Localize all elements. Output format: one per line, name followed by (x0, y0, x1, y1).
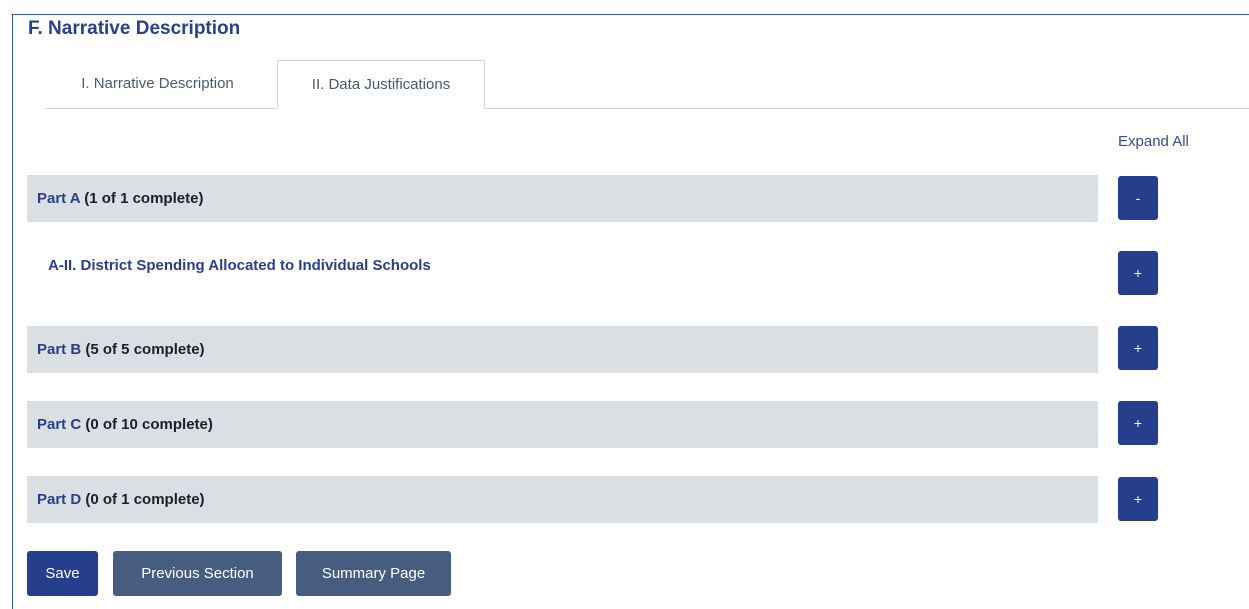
tab-bar: I. Narrative Description II. Data Justif… (45, 60, 1249, 109)
part-b-count: (5 of 5 complete) (81, 341, 205, 358)
previous-section-button[interactable]: Previous Section (113, 551, 282, 596)
save-button[interactable]: Save (27, 551, 98, 596)
part-d-count: (0 of 1 complete) (81, 491, 205, 508)
part-a-header[interactable]: Part A (1 of 1 complete) (27, 175, 1098, 222)
expand-all-link[interactable]: Expand All (1118, 133, 1189, 150)
subsection-a-ii-expand-button[interactable]: + (1118, 251, 1158, 295)
tab-data-justifications[interactable]: II. Data Justifications (277, 60, 485, 109)
part-a-collapse-button[interactable]: - (1118, 176, 1158, 220)
summary-page-button[interactable]: Summary Page (296, 551, 451, 596)
part-c-count: (0 of 10 complete) (81, 416, 213, 433)
part-b-header[interactable]: Part B (5 of 5 complete) (27, 326, 1098, 373)
part-d-header[interactable]: Part D (0 of 1 complete) (27, 476, 1098, 523)
part-a-name: Part A (37, 190, 81, 207)
part-c-name: Part C (37, 416, 82, 433)
part-b-expand-button[interactable]: + (1118, 326, 1158, 370)
subsection-a-ii[interactable]: A-II. District Spending Allocated to Ind… (48, 257, 431, 274)
part-b-name: Part B (37, 341, 82, 358)
part-d-expand-button[interactable]: + (1118, 477, 1158, 521)
part-a-count: (1 of 1 complete) (80, 190, 204, 207)
section-title: F. Narrative Description (22, 18, 247, 40)
tab-narrative-description[interactable]: I. Narrative Description (45, 60, 270, 108)
part-c-header[interactable]: Part C (0 of 10 complete) (27, 401, 1098, 448)
part-d-name: Part D (37, 491, 82, 508)
part-c-expand-button[interactable]: + (1118, 401, 1158, 445)
